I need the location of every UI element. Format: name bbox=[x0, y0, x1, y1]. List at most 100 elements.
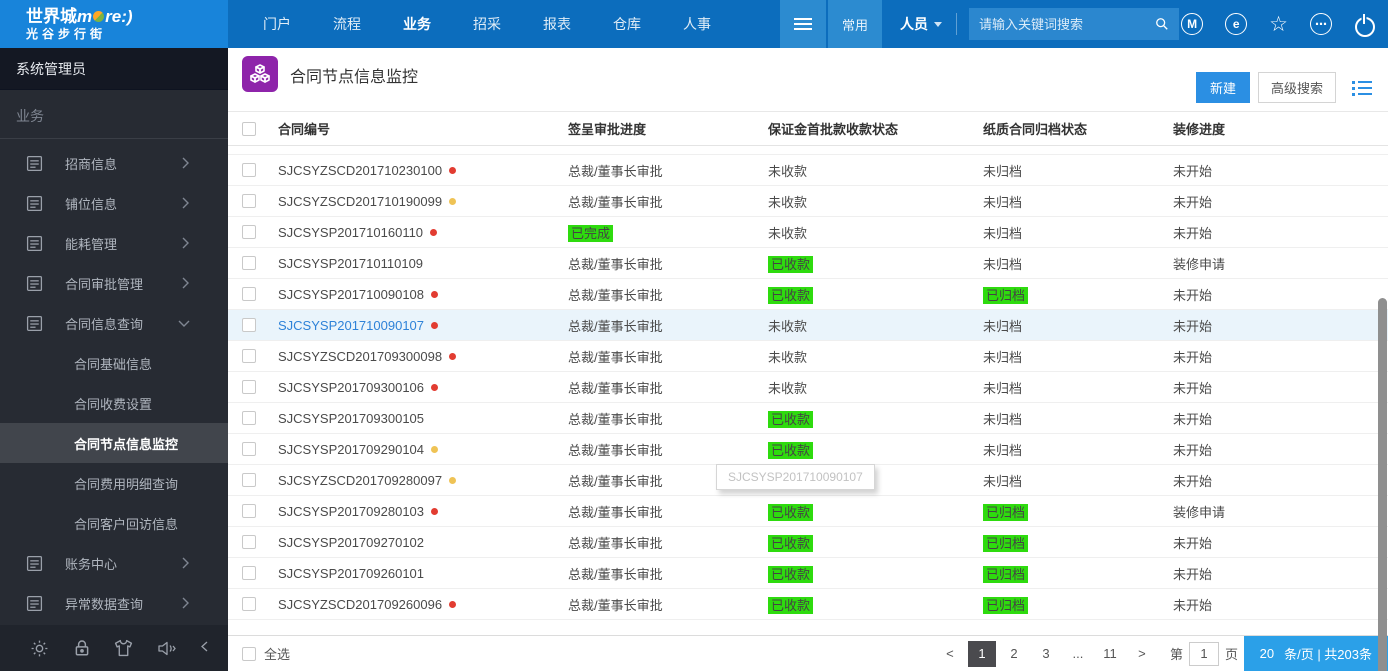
contract-id-link[interactable]: SJCSYZSCD201709300098 bbox=[278, 349, 442, 364]
red-status-dot-icon bbox=[430, 228, 438, 236]
list-settings-icon[interactable] bbox=[1352, 80, 1372, 96]
jump-page-input[interactable] bbox=[1188, 641, 1219, 666]
topbar-nav-item[interactable]: 流程 bbox=[312, 0, 382, 48]
contract-id-link[interactable]: SJCSYSP201710110109 bbox=[278, 256, 423, 271]
page-header: 合同节点信息监控 新建 高级搜索 bbox=[228, 48, 1388, 112]
theme-icon[interactable] bbox=[114, 639, 133, 657]
sidebar-item[interactable]: 合同审批管理 bbox=[0, 263, 228, 303]
contract-id-link[interactable]: SJCSYSP201710160110 bbox=[278, 225, 423, 240]
status-archive: 未归档 bbox=[983, 194, 1023, 210]
page-button[interactable]: 1 bbox=[967, 640, 996, 667]
chevron-right-icon bbox=[181, 237, 190, 249]
power-icon[interactable] bbox=[1354, 14, 1375, 37]
contract-id-link[interactable]: SJCSYSP201709270102 bbox=[278, 535, 424, 550]
status-archive: 未归档 bbox=[983, 473, 1023, 489]
chevron-right-icon bbox=[181, 157, 190, 169]
m-badge-icon[interactable]: M bbox=[1181, 13, 1204, 35]
row-checkbox[interactable] bbox=[242, 411, 256, 425]
sidebar-subitem[interactable]: 合同费用明细查询 bbox=[0, 463, 228, 503]
sidebar-subitem[interactable]: 合同基础信息 bbox=[0, 343, 228, 383]
scope-dropdown[interactable]: 人员 bbox=[900, 14, 943, 34]
row-checkbox[interactable] bbox=[242, 473, 256, 487]
row-checkbox[interactable] bbox=[242, 442, 256, 456]
page-button[interactable]: 3 bbox=[1032, 641, 1060, 667]
status-renovation: 未开始 bbox=[1173, 349, 1213, 365]
new-button[interactable]: 新建 bbox=[1195, 72, 1250, 103]
status-payment: 未收款 bbox=[768, 380, 808, 396]
select-all-checkbox[interactable] bbox=[242, 646, 256, 661]
message-icon[interactable]: e bbox=[1225, 13, 1248, 35]
status-payment: 未收款 bbox=[768, 163, 808, 179]
collapse-sidebar-icon[interactable] bbox=[201, 641, 208, 655]
topbar-nav-item[interactable]: 报表 bbox=[522, 0, 592, 48]
row-checkbox[interactable] bbox=[242, 225, 256, 239]
row-checkbox[interactable] bbox=[242, 318, 256, 332]
topbar-nav-item[interactable]: 人事 bbox=[662, 0, 732, 48]
row-checkbox[interactable] bbox=[242, 566, 256, 580]
contract-id-link[interactable]: SJCSYSP201709280103 bbox=[278, 504, 424, 519]
header-checkbox[interactable] bbox=[242, 121, 256, 136]
sidebar-item-label: 异常数据查询 bbox=[65, 596, 144, 612]
row-checkbox[interactable] bbox=[242, 287, 256, 301]
menu-hamburger-button[interactable] bbox=[780, 0, 826, 48]
table-row: SJCSYSP201710110109 总裁/董事长审批 已收款 未归档 装修申请 bbox=[228, 248, 1388, 279]
topbar-nav-item[interactable]: 门户 bbox=[242, 0, 312, 48]
row-checkbox[interactable] bbox=[242, 194, 256, 208]
sidebar-item[interactable]: 合同信息查询 bbox=[0, 303, 228, 343]
jump-suffix-label: 页 bbox=[1224, 647, 1238, 662]
contract-id-link[interactable]: SJCSYSP201710090107 bbox=[278, 318, 424, 333]
topbar-nav-item[interactable]: 仓库 bbox=[592, 0, 662, 48]
contract-id-link[interactable]: SJCSYZSCD201710230100 bbox=[278, 163, 442, 178]
sidebar-item[interactable]: 铺位信息 bbox=[0, 183, 228, 223]
sound-icon[interactable] bbox=[157, 640, 177, 657]
divider bbox=[0, 138, 228, 139]
row-checkbox[interactable] bbox=[242, 256, 256, 270]
page-jump: 第 页 bbox=[1170, 641, 1238, 666]
page-size-selector[interactable]: 20 条/页 | 共203条 bbox=[1243, 636, 1388, 671]
sidebar-item[interactable]: 异常数据查询 bbox=[0, 583, 228, 623]
row-checkbox[interactable] bbox=[242, 535, 256, 549]
page-button[interactable]: 2 bbox=[1000, 641, 1028, 667]
sidebar-subitem[interactable]: 合同节点信息监控 bbox=[0, 423, 228, 463]
select-all-control[interactable]: 全选 bbox=[242, 644, 290, 663]
contract-id-link[interactable]: SJCSYSP201709290104 bbox=[278, 442, 424, 457]
contract-id-link[interactable]: SJCSYSP201710090108 bbox=[278, 287, 424, 302]
quick-menu-button[interactable]: 常用 bbox=[828, 0, 883, 48]
row-checkbox[interactable] bbox=[242, 504, 256, 518]
sidebar-item[interactable]: 招商信息 bbox=[0, 143, 228, 183]
more-icon[interactable]: ⋯ bbox=[1310, 13, 1332, 35]
status-payment: 已收款 bbox=[768, 596, 814, 614]
app-logo[interactable]: 世界城 m re:) 光谷步行街 bbox=[0, 0, 228, 48]
vertical-scrollbar-thumb[interactable] bbox=[1378, 298, 1387, 671]
yellow-status-dot-icon bbox=[431, 445, 439, 453]
row-checkbox[interactable] bbox=[242, 597, 256, 611]
row-checkbox[interactable] bbox=[242, 380, 256, 394]
topbar-nav-item[interactable]: 业务 bbox=[382, 0, 452, 48]
status-approval: 总裁/董事长审批 bbox=[568, 473, 663, 489]
advanced-search-button[interactable]: 高级搜索 bbox=[1257, 72, 1336, 103]
contract-id-link[interactable]: SJCSYSP201709300105 bbox=[278, 411, 424, 426]
prev-page-button[interactable]: < bbox=[936, 641, 964, 667]
search-input[interactable] bbox=[979, 16, 1156, 32]
row-checkbox[interactable] bbox=[242, 349, 256, 363]
contract-id-link[interactable]: SJCSYZSCD201709260096 bbox=[278, 597, 442, 612]
header-actions: 新建 高级搜索 bbox=[1195, 72, 1372, 103]
search-icon[interactable] bbox=[1155, 16, 1169, 32]
lock-icon[interactable] bbox=[73, 639, 91, 657]
topbar-nav-item[interactable]: 招采 bbox=[452, 0, 522, 48]
row-checkbox[interactable] bbox=[242, 163, 256, 177]
contract-id-link[interactable]: SJCSYSP201709300106 bbox=[278, 380, 424, 395]
contract-id-link[interactable]: SJCSYZSCD201709280097 bbox=[278, 473, 442, 488]
status-payment: 未收款 bbox=[768, 318, 808, 334]
sidebar-item[interactable]: 账务中心 bbox=[0, 543, 228, 583]
contract-id-link[interactable]: SJCSYSP201709260101 bbox=[278, 566, 424, 581]
page-button[interactable]: 11 bbox=[1096, 641, 1124, 667]
next-page-button[interactable]: > bbox=[1128, 641, 1156, 667]
table-row: SJCSYSP201709300106 总裁/董事长审批 未收款 未归档 未开始 bbox=[228, 372, 1388, 403]
sidebar-subitem[interactable]: 合同客户回访信息 bbox=[0, 503, 228, 543]
sidebar-item[interactable]: 能耗管理 bbox=[0, 223, 228, 263]
star-icon[interactable]: ☆ bbox=[1269, 14, 1288, 35]
contract-id-link[interactable]: SJCSYZSCD201710190099 bbox=[278, 194, 442, 209]
sidebar-subitem[interactable]: 合同收费设置 bbox=[0, 383, 228, 423]
settings-icon[interactable] bbox=[30, 639, 49, 658]
